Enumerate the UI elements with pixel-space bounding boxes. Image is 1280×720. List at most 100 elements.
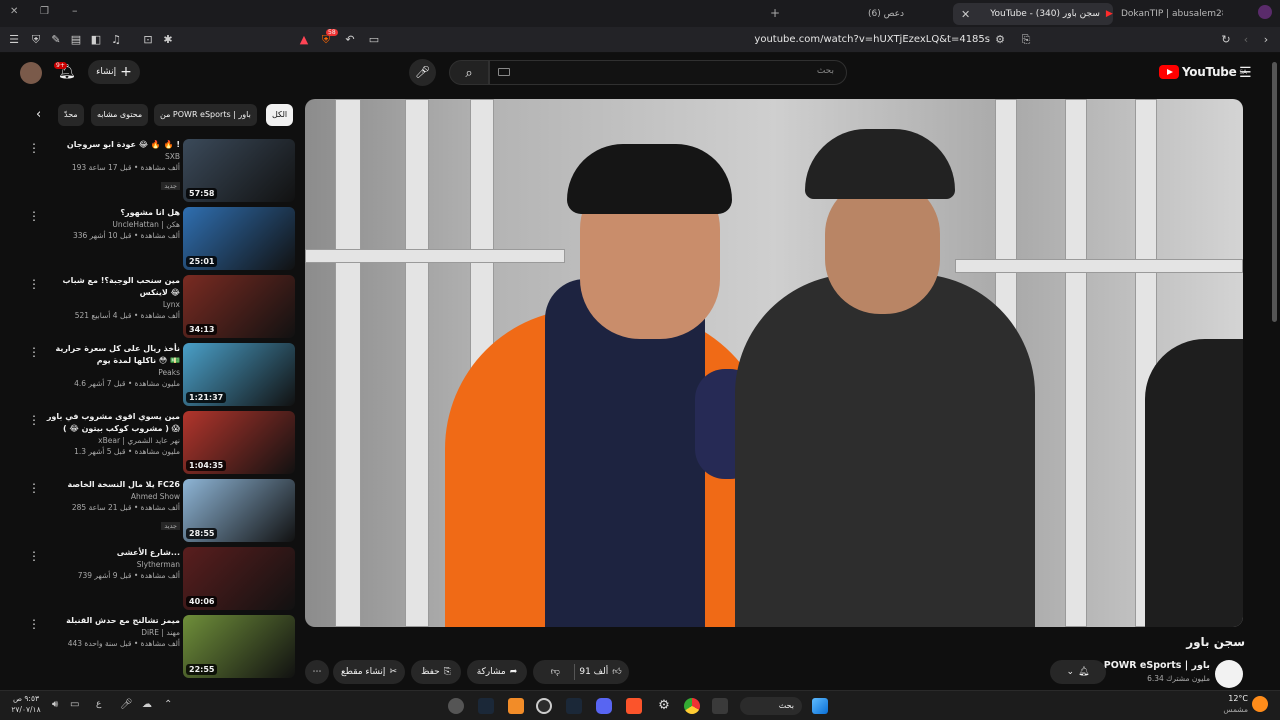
recommendation-channel[interactable]: xBear | نهر عايد الشمري (38, 435, 180, 446)
recommendation-channel[interactable]: Peaks (38, 367, 180, 378)
task-view-icon[interactable] (712, 698, 728, 714)
recommendation-title[interactable]: مين يسوي اقوى مشروب في باور 😱 ( مشروب كو… (38, 411, 180, 435)
maximize-window-icon[interactable]: ❐ (40, 6, 49, 17)
close-window-icon[interactable]: ✕ (10, 6, 18, 17)
recommendation-channel[interactable]: UncleHattan | هكن (38, 219, 180, 230)
site-settings-icon[interactable]: ⚙ (992, 32, 1008, 48)
channel-name[interactable]: POWR eSports | باور (1100, 660, 1210, 671)
recommendation-title[interactable]: شارع الأعشى... (38, 547, 180, 559)
display-icon[interactable]: ▭ (70, 699, 79, 710)
tab-youtube[interactable]: ✕ YouTube - سجن باور (340) ▶ (953, 3, 1113, 25)
chevron-up-icon[interactable]: ⌃ (164, 699, 172, 710)
reload-icon[interactable]: ↻ (1218, 32, 1234, 48)
recommendation-item[interactable]: ⋮ ميمز تشالنج مع حدش القنبلة DiRE | مهند 44… (20, 615, 298, 679)
recommendation-title[interactable]: ميمز تشالنج مع حدش القنبلة (38, 615, 180, 627)
recommendation-item[interactable]: ⋮ هل انا مشهور؟ UncleHattan | هكن 336 ألف م… (20, 207, 298, 271)
tab-tiktok[interactable]: (6) دعص (790, 3, 950, 25)
recommendation-thumbnail[interactable]: 1:04:35 (183, 411, 295, 474)
avatar[interactable] (20, 62, 42, 84)
chrome-icon[interactable] (684, 698, 700, 714)
channel-avatar[interactable] (1215, 660, 1243, 688)
recommendation-item[interactable]: ⋮ شارع الأعشى... Slytherman 739 ألف مشاهدة … (20, 547, 298, 611)
recommendation-title[interactable]: عودة ابو سروجان 😂 🔥 🔥 ! (38, 139, 180, 151)
create-button[interactable]: إنشاء + (88, 60, 140, 84)
recommendation-channel[interactable]: DiRE | مهند (38, 627, 180, 638)
dislike-button[interactable]: 👎︎ (540, 667, 570, 677)
tab-dokantip[interactable]: DokanTIP | abusalem28 (1113, 3, 1223, 25)
tabs-icon[interactable]: ▤ (68, 32, 84, 48)
steam-icon[interactable] (566, 698, 582, 714)
menu-icon[interactable]: ☰ (6, 32, 22, 48)
settings-icon[interactable]: ⚙ (656, 698, 672, 714)
subscription-button[interactable]: ⌄ 🔔︎ (1050, 660, 1106, 684)
recommendation-thumbnail[interactable]: 34:13 (183, 275, 295, 338)
recommendation-channel[interactable]: Lynx (38, 299, 180, 310)
new-tab-icon[interactable]: + (770, 6, 780, 20)
youtube-logo[interactable]: YouTube SA (1159, 64, 1247, 80)
volume-icon[interactable]: 🔊︎ (52, 699, 58, 710)
profile-icon[interactable] (1258, 5, 1272, 19)
recommendation-thumbnail[interactable]: 28:55 (183, 479, 295, 542)
clip-button[interactable]: إنشاء مقطع ✂ (333, 660, 405, 684)
page-scrollbar[interactable] (1272, 62, 1277, 322)
chip-all[interactable]: الكل (266, 104, 294, 126)
screenshot-icon[interactable]: ⊡ (140, 32, 156, 48)
minimize-window-icon[interactable]: – (72, 4, 78, 17)
steam-alt-icon[interactable] (478, 698, 494, 714)
undo-icon[interactable]: ↶ (342, 32, 358, 48)
language-indicator[interactable]: ع (96, 699, 101, 709)
back-icon[interactable]: ‹ (1238, 32, 1254, 48)
recommendation-thumbnail[interactable]: 57:58 (183, 139, 295, 202)
recommendation-thumbnail[interactable]: 25:01 (183, 207, 295, 270)
recommendation-item[interactable]: ⋮ يلا مال النسخة الخاصة FC26 Ahmed Show 285… (20, 479, 298, 543)
recommendation-thumbnail[interactable]: 40:06 (183, 547, 295, 610)
brave-icon[interactable] (626, 698, 642, 714)
recommendation-channel[interactable]: Ahmed Show (38, 491, 180, 502)
recommendation-thumbnail[interactable]: 22:55 (183, 615, 295, 678)
video-player[interactable] (305, 99, 1243, 627)
weather-icon[interactable] (1252, 696, 1268, 712)
pen-icon[interactable]: ✎ (48, 32, 64, 48)
keyboard-icon[interactable] (498, 68, 510, 76)
recommendation-item[interactable]: ⋮ عودة ابو سروجان 😂 🔥 🔥 ! SXB 193 ألف مشاهد… (20, 139, 298, 203)
chip-channel[interactable]: من POWR eSports | باور (154, 104, 257, 126)
recommendation-channel[interactable]: SXB (38, 151, 180, 162)
network-icon[interactable]: ☁ (142, 699, 152, 710)
start-icon[interactable] (812, 698, 828, 714)
forward-icon[interactable]: › (1258, 32, 1274, 48)
cast-icon[interactable]: ▭ (366, 32, 382, 48)
recommendation-title[interactable]: هل انا مشهور؟ (38, 207, 180, 219)
shield-icon[interactable]: ⛨ (28, 32, 44, 48)
chip-related[interactable]: محتوى مشابه (91, 104, 149, 126)
recommendation-thumbnail[interactable]: 1:21:37 (183, 343, 295, 406)
search-input[interactable]: بحث (489, 60, 847, 85)
brave-rewards-icon[interactable]: ▲ (296, 32, 312, 48)
guide-menu-icon[interactable]: ☰ (1239, 65, 1252, 81)
extensions-icon[interactable]: ✱ (160, 32, 176, 48)
taskbar-search[interactable]: بحث (740, 697, 802, 715)
recommendation-title[interactable]: مين سنحب الوجبة؟! مع شباب لاينكس 😂 (38, 275, 180, 299)
voice-search-button[interactable]: 🎤︎ (409, 59, 436, 86)
chevron-left-icon[interactable]: ‹ (36, 107, 41, 122)
app-a-icon[interactable] (508, 698, 524, 714)
app-icon[interactable] (448, 698, 464, 714)
xbox-icon[interactable] (536, 698, 552, 714)
save-button[interactable]: حفظ ⎘ (411, 660, 461, 684)
bookmark-icon[interactable]: ⎘ (1018, 32, 1034, 48)
like-button[interactable]: 👍︎ (612, 667, 621, 677)
recommendation-title[interactable]: يلا مال النسخة الخاصة FC26 (38, 479, 180, 491)
music-icon[interactable]: ♫ (108, 32, 124, 48)
clock-date[interactable]: ٢٧/٠٧/١٨ (4, 705, 48, 714)
address-bar[interactable]: youtube.com/watch?v=hUXTjEzexLQ&t=4185s (700, 31, 990, 49)
chip-latest[interactable]: محدّ (58, 104, 84, 126)
recommendation-channel[interactable]: Slytherman (38, 559, 180, 570)
sidebar-icon[interactable]: ◧ (88, 32, 104, 48)
more-actions-button[interactable]: ⋯ (305, 660, 329, 684)
recommendation-item[interactable]: ⋮ مين يسوي اقوى مشروب في باور 😱 ( مشروب ك… (20, 411, 298, 475)
recommendation-title[interactable]: نأخذ ريال على كل سعرة حرارية ناكلها لمدة… (38, 343, 180, 367)
clock-time[interactable]: ٩:٥٣ ص (4, 694, 48, 703)
share-button[interactable]: مشاركة ➦ (467, 660, 527, 684)
microphone-icon[interactable]: 🎤︎ (120, 699, 133, 710)
discord-icon[interactable] (596, 698, 612, 714)
recommendation-item[interactable]: ⋮ نأخذ ريال على كل سعرة حرارية ناكلها لمد… (20, 343, 298, 407)
